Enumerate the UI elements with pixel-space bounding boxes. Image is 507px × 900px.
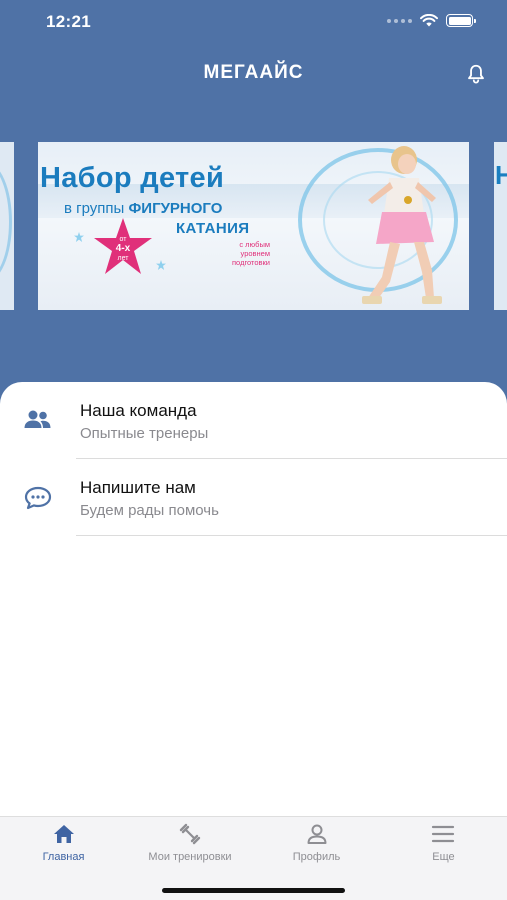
menu-item-title: Напишите нам	[80, 478, 196, 497]
banner-fine-print: с любым уровнем подготовки	[232, 240, 270, 267]
menu-item-subtitle: Опытные тренеры	[80, 425, 209, 442]
age-star-badge: от 4-х лет	[94, 218, 152, 274]
tab-label: Мои тренировки	[148, 851, 232, 863]
svg-text:от: от	[120, 236, 128, 243]
bell-icon[interactable]	[465, 63, 487, 85]
app-title: МЕГААЙС	[203, 62, 304, 83]
carousel-previous-card[interactable]	[0, 142, 14, 310]
status-time: 12:21	[46, 12, 91, 31]
star-decoration-icon	[156, 260, 166, 270]
tab-label: Главная	[42, 851, 85, 863]
content-sheet: Наша команда Опытные тренеры Напишите на…	[0, 382, 507, 816]
battery-icon	[446, 14, 476, 27]
cellular-signal-icon	[387, 18, 412, 23]
menu-item-team[interactable]: Наша команда Опытные тренеры	[0, 382, 507, 459]
wifi-icon	[420, 14, 438, 27]
tab-label: Профиль	[292, 851, 341, 863]
figure-skater-illustration	[298, 146, 458, 304]
chat-bubble-icon	[24, 486, 52, 510]
svg-text:лет: лет	[118, 255, 130, 262]
promo-banner[interactable]: Набор детей в группы ФИГУРНОГО КАТАНИЯ о…	[38, 142, 469, 310]
person-icon	[307, 824, 327, 844]
home-indicator	[162, 888, 345, 893]
star-decoration-icon	[74, 232, 84, 242]
status-icons	[387, 14, 476, 27]
tab-home[interactable]: Главная	[0, 817, 127, 873]
home-icon	[54, 825, 74, 843]
menu-item-contact[interactable]: Напишите нам Будем рады помочь	[0, 459, 507, 536]
banner-subline: в группы ФИГУРНОГО	[64, 200, 223, 217]
divider	[76, 535, 507, 536]
banner-headline: Набор детей	[40, 162, 225, 194]
tab-bar: Главная Мои тренировки Профиль Еще	[0, 816, 507, 900]
status-bar: 12:21	[0, 0, 507, 44]
menu-item-subtitle: Будем рады помочь	[80, 502, 219, 519]
svg-text:4-х: 4-х	[116, 243, 131, 254]
tab-label: Еще	[432, 851, 455, 863]
tab-profile[interactable]: Профиль	[253, 817, 380, 873]
tab-my-trainings[interactable]: Мои тренировки	[127, 817, 253, 873]
people-icon	[24, 410, 51, 428]
tab-more[interactable]: Еще	[380, 817, 507, 873]
carousel-next-card[interactable]: Н	[494, 142, 507, 310]
banner-subline-bold: КАТАНИЯ	[176, 220, 250, 237]
menu-icon	[431, 825, 455, 843]
banner-carousel[interactable]: Набор детей в группы ФИГУРНОГО КАТАНИЯ о…	[0, 142, 507, 310]
menu-item-title: Наша команда	[80, 401, 197, 420]
dumbbell-icon	[179, 823, 201, 845]
